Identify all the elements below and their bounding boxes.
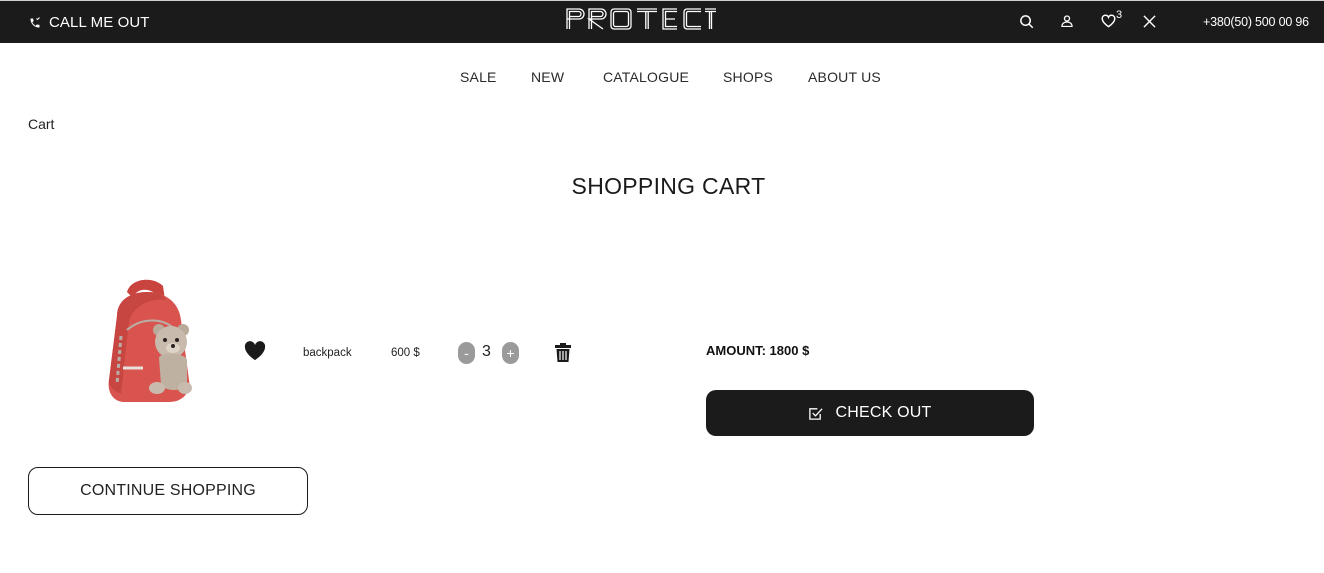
nav-item-shops[interactable]: SHOPS	[723, 69, 773, 85]
search-icon[interactable]	[1018, 13, 1034, 29]
continue-shopping-label: CONTINUE SHOPPING	[80, 482, 256, 499]
trash-icon[interactable]	[555, 342, 571, 362]
favorites-count-badge: 3	[1116, 9, 1123, 21]
nav-item-new[interactable]: NEW	[531, 69, 564, 85]
close-icon[interactable]	[1141, 13, 1157, 29]
product-name[interactable]: backpack	[303, 347, 352, 359]
top-bar: CALL ME OUT 3 +380(50) 500 00 96	[0, 0, 1324, 43]
call-me-out-button[interactable]: CALL ME OUT	[29, 14, 150, 31]
product-image-backpack[interactable]	[103, 276, 197, 404]
nav-item-catalogue[interactable]: CATALOGUE	[603, 69, 689, 85]
call-me-out-label: CALL ME OUT	[49, 14, 150, 31]
checkbox-icon	[809, 407, 824, 420]
continue-shopping-button[interactable]: CONTINUE SHOPPING	[28, 467, 308, 515]
quantity-increase-button[interactable]: +	[502, 342, 519, 364]
phone-number-link[interactable]: +380(50) 500 00 96	[1203, 15, 1309, 29]
favorite-heart-icon[interactable]	[244, 341, 266, 361]
user-icon[interactable]	[1060, 14, 1074, 28]
page-title: SHOPPING CART	[571, 173, 766, 199]
breadcrumb[interactable]: Cart	[28, 116, 54, 132]
quantity-value: 3	[482, 343, 491, 360]
protect-logo[interactable]	[565, 7, 717, 31]
cart-amount: AMOUNT: 1800 $	[706, 343, 810, 358]
check-out-button[interactable]: CHECK OUT	[706, 390, 1034, 436]
phone-icon	[30, 16, 40, 27]
nav-item-about-us[interactable]: ABOUT US	[808, 69, 881, 85]
main-nav: SALE NEW CATALOGUE SHOPS ABOUT US	[0, 69, 1324, 87]
check-out-label: CHECK OUT	[835, 404, 932, 421]
heart-outline-icon[interactable]	[1100, 13, 1116, 29]
product-price: 600 $	[391, 347, 420, 359]
quantity-decrease-button[interactable]: -	[458, 342, 475, 364]
nav-item-sale[interactable]: SALE	[460, 69, 497, 85]
